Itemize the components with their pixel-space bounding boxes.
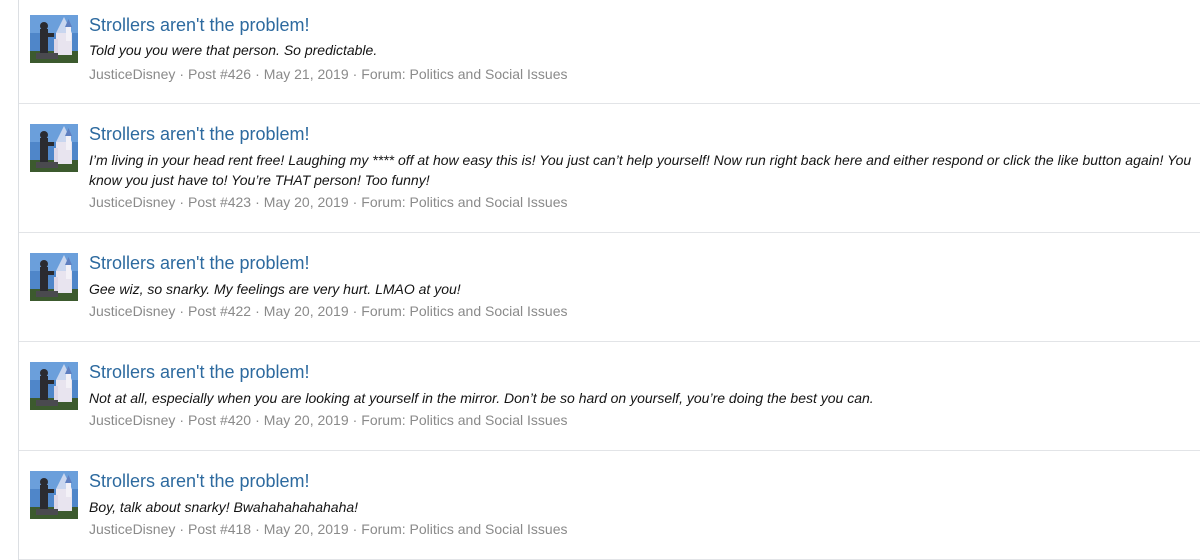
search-result-item: Strollers aren't the problem! I’m living… <box>19 104 1200 233</box>
post-date: May 20, 2019 <box>263 194 349 210</box>
result-meta: JusticeDisney · Post #422 · May 20, 2019 · For… <box>89 303 568 319</box>
castle-statue-avatar-icon <box>30 124 78 172</box>
forum-link[interactable]: Forum: Politics and Social Issues <box>361 412 567 428</box>
forum-link[interactable]: Forum: Politics and Social Issues <box>361 303 567 319</box>
post-number: Post #418 <box>188 521 252 537</box>
result-meta: JusticeDisney · Post #423 · May 20, 2019 · For… <box>89 194 568 210</box>
result-title-link[interactable]: Strollers aren't the problem! <box>89 14 310 36</box>
search-result-item: Strollers aren't the problem! Not at all… <box>19 342 1200 451</box>
forum-link[interactable]: Forum: Politics and Social Issues <box>361 66 567 82</box>
author-link[interactable]: JusticeDisney <box>89 66 175 82</box>
author-link[interactable]: JusticeDisney <box>89 194 175 210</box>
post-date: May 20, 2019 <box>263 521 349 537</box>
avatar[interactable] <box>30 471 78 519</box>
castle-statue-avatar-icon <box>30 471 78 519</box>
result-snippet: Gee wiz, so snarky. My feelings are very… <box>89 281 461 297</box>
result-snippet: Boy, talk about snarky! Bwahahahahahaha! <box>89 499 359 515</box>
result-meta: JusticeDisney · Post #426 · May 21, 2019 · For… <box>89 66 568 82</box>
post-date: May 21, 2019 <box>263 66 349 82</box>
result-meta: JusticeDisney · Post #420 · May 20, 2019 · For… <box>89 412 568 428</box>
result-title-link[interactable]: Strollers aren't the problem! <box>89 470 310 492</box>
author-link[interactable]: JusticeDisney <box>89 521 175 537</box>
post-number: Post #423 <box>188 194 252 210</box>
avatar[interactable] <box>30 124 78 172</box>
castle-statue-avatar-icon <box>30 15 78 63</box>
avatar[interactable] <box>30 253 78 301</box>
forum-link[interactable]: Forum: Politics and Social Issues <box>361 521 567 537</box>
result-title-link[interactable]: Strollers aren't the problem! <box>89 252 310 274</box>
result-snippet: Told you you were that person. So predic… <box>89 42 378 58</box>
post-number: Post #422 <box>188 303 252 319</box>
castle-statue-avatar-icon <box>30 253 78 301</box>
search-result-item: Strollers aren't the problem! Told you y… <box>19 0 1200 104</box>
post-number: Post #420 <box>188 412 252 428</box>
result-snippet: I’m living in your head rent free! Laugh… <box>89 152 1192 188</box>
post-date: May 20, 2019 <box>263 412 349 428</box>
castle-statue-avatar-icon <box>30 362 78 410</box>
result-snippet: Not at all, especially when you are look… <box>89 390 874 406</box>
search-result-item: Strollers aren't the problem! Boy, talk … <box>19 451 1200 560</box>
avatar[interactable] <box>30 362 78 410</box>
result-title-link[interactable]: Strollers aren't the problem! <box>89 361 310 383</box>
post-number: Post #426 <box>188 66 252 82</box>
search-result-item: Strollers aren't the problem! Gee wiz, s… <box>19 233 1200 342</box>
post-date: May 20, 2019 <box>263 303 349 319</box>
result-title-link[interactable]: Strollers aren't the problem! <box>89 123 310 145</box>
author-link[interactable]: JusticeDisney <box>89 303 175 319</box>
forum-link[interactable]: Forum: Politics and Social Issues <box>361 194 567 210</box>
result-meta: JusticeDisney · Post #418 · May 20, 2019 · For… <box>89 521 568 537</box>
author-link[interactable]: JusticeDisney <box>89 412 175 428</box>
avatar[interactable] <box>30 15 78 63</box>
search-results-list: Strollers aren't the problem! Told you y… <box>18 0 1200 560</box>
